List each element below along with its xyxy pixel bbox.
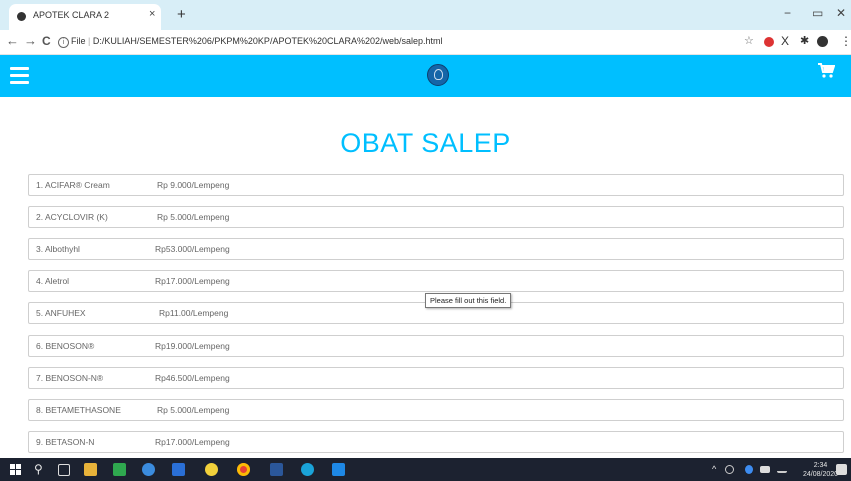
product-name: 6. BENOSON®	[36, 341, 95, 351]
battery-icon[interactable]	[760, 466, 770, 473]
new-tab-button[interactable]: +	[177, 7, 186, 22]
tray-arrow-icon[interactable]: ^	[712, 461, 716, 477]
cart-icon[interactable]	[817, 63, 836, 84]
url-prefix: File	[71, 36, 86, 46]
bluetooth-icon[interactable]	[745, 465, 753, 474]
reload-button[interactable]: C	[42, 34, 51, 48]
word-icon[interactable]	[270, 463, 283, 476]
app-yellow-icon[interactable]	[205, 463, 218, 476]
browser-toolbar: ← → C i File | D:/KULIAH/SEMESTER%206/PK…	[0, 30, 851, 55]
restore-button[interactable]: ▭	[812, 6, 823, 20]
favicon-icon	[17, 12, 26, 21]
product-name: 1. ACIFAR® Cream	[36, 180, 110, 190]
bookmark-star-icon[interactable]: ☆	[744, 35, 754, 48]
app-green-icon[interactable]	[113, 463, 126, 476]
product-row[interactable]: 8. BETAMETHASONE Rp 5.000/Lempeng	[28, 399, 844, 421]
browser-tab[interactable]: APOTEK CLARA 2 ×	[9, 4, 161, 30]
product-name: 5. ANFUHEX	[36, 308, 86, 318]
product-name: 3. Albothyhl	[36, 244, 80, 254]
clock-date: 24/08/2020	[803, 471, 839, 478]
product-row[interactable]: 3. Albothyhl Rp53.000/Lempeng	[28, 238, 844, 260]
product-row[interactable]: 2. ACYCLOVIR (K) Rp 5.000/Lempeng	[28, 206, 844, 228]
product-price: Rp11.00/Lempeng	[159, 308, 229, 318]
validation-tooltip: Please fill out this field.	[425, 293, 512, 308]
extension-x-icon[interactable]: X	[781, 35, 789, 48]
network-icon[interactable]	[777, 466, 787, 473]
app-blue-icon[interactable]	[142, 463, 155, 476]
product-price: Rp53.000/Lempeng	[155, 244, 230, 254]
clock-time: 2:34	[813, 462, 828, 469]
address-bar[interactable]: File | D:/KULIAH/SEMESTER%206/PKPM%20KP/…	[71, 36, 443, 46]
browser-tab-bar: APOTEK CLARA 2 × + − ▭ ✕	[0, 0, 851, 30]
extensions-icon[interactable]: ✱	[800, 35, 809, 48]
product-name: 2. ACYCLOVIR (K)	[36, 212, 108, 222]
product-row[interactable]: 6. BENOSON® Rp19.000/Lempeng	[28, 335, 844, 357]
product-row[interactable]: 4. Aletrol Rp17.000/Lempeng	[28, 270, 844, 292]
back-button[interactable]: ←	[6, 34, 19, 48]
product-name: 9. BETASON-N	[36, 437, 95, 447]
product-price: Rp 5.000/Lempeng	[157, 405, 230, 415]
notification-icon[interactable]	[836, 464, 847, 475]
product-row[interactable]: 1. ACIFAR® Cream Rp 9.000/Lempeng	[28, 174, 844, 196]
product-price: Rp17.000/Lempeng	[155, 437, 230, 447]
minimize-button[interactable]: −	[784, 6, 791, 20]
app-blue-square-icon[interactable]	[172, 463, 185, 476]
close-window-button[interactable]: ✕	[836, 6, 846, 20]
product-name: 7. BENOSON-N®	[36, 373, 104, 383]
product-price: Rp19.000/Lempeng	[155, 341, 230, 351]
page-title: OBAT SALEP	[340, 128, 511, 158]
product-price: Rp17.000/Lempeng	[155, 276, 230, 286]
windows-taskbar: ⚲ ^ 2:34 24/08/2020	[0, 458, 851, 481]
windows-start-icon[interactable]	[10, 464, 21, 475]
product-row[interactable]: 9. BETASON-N Rp17.000/Lempeng	[28, 431, 844, 453]
edge-icon[interactable]	[301, 463, 314, 476]
site-info-icon[interactable]: i	[58, 37, 69, 48]
logo-icon[interactable]	[427, 64, 449, 86]
extension-red-icon[interactable]	[764, 37, 774, 47]
task-view-icon[interactable]	[58, 464, 70, 476]
app-blue-small-icon[interactable]	[332, 463, 345, 476]
url-text: D:/KULIAH/SEMESTER%206/PKPM%20KP/APOTEK%…	[92, 36, 443, 46]
product-price: Rp 9.000/Lempeng	[157, 180, 230, 190]
file-explorer-icon[interactable]	[84, 463, 97, 476]
profile-avatar[interactable]	[817, 36, 828, 47]
tab-title: APOTEK CLARA 2	[33, 10, 110, 20]
product-name: 4. Aletrol	[36, 276, 70, 286]
browser-menu-icon[interactable]: ⋮	[840, 35, 851, 48]
tab-close-button[interactable]: ×	[149, 8, 155, 20]
product-name: 8. BETAMETHASONE	[36, 405, 121, 415]
clock[interactable]: 2:34 24/08/2020	[803, 461, 838, 479]
product-price: Rp46.500/Lempeng	[155, 373, 230, 383]
search-icon[interactable]: ⚲	[34, 461, 43, 477]
site-header	[0, 55, 851, 97]
hamburger-icon[interactable]	[10, 67, 29, 88]
product-row[interactable]: 7. BENOSON-N® Rp46.500/Lempeng	[28, 367, 844, 389]
volume-icon[interactable]	[725, 465, 734, 474]
chrome-icon[interactable]	[237, 463, 250, 476]
product-price: Rp 5.000/Lempeng	[157, 212, 230, 222]
forward-button[interactable]: →	[24, 34, 37, 48]
